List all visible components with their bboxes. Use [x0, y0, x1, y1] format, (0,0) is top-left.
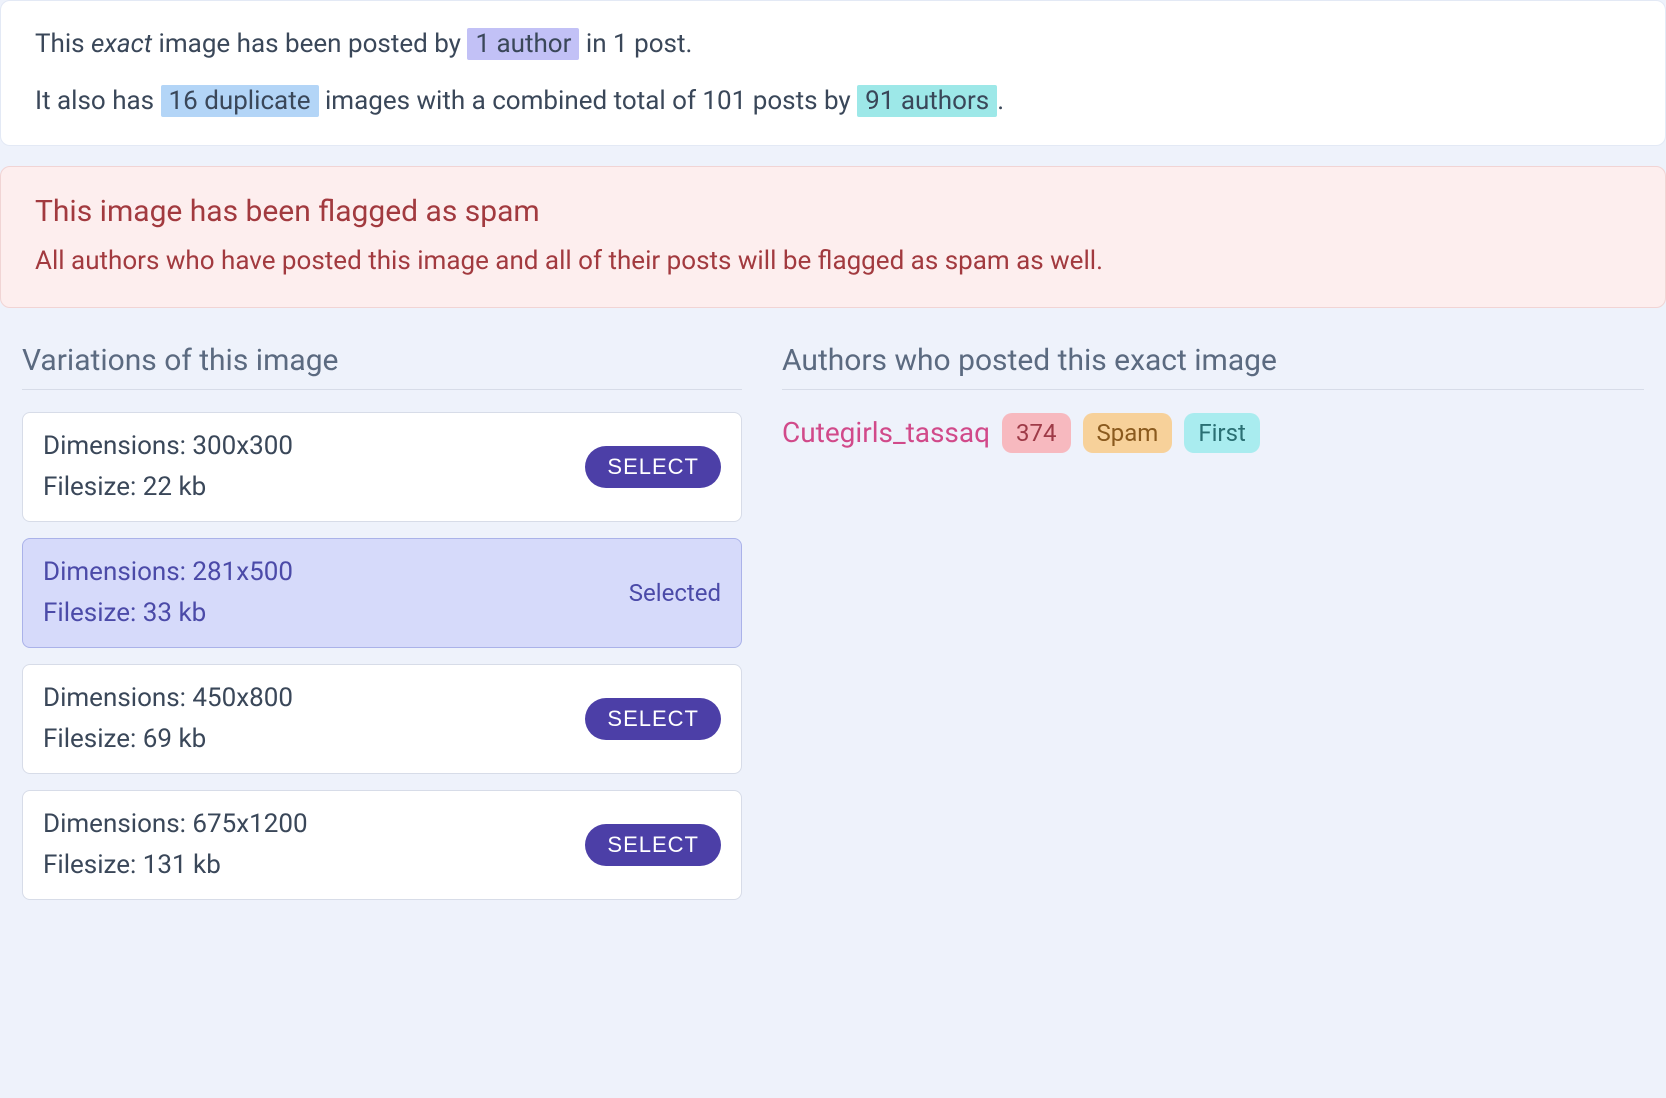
info-text: in 1 post.: [579, 29, 692, 59]
variations-section: Variations of this image Dimensions: 300…: [22, 338, 742, 916]
author-name-link[interactable]: Cutegirls_tassaq: [782, 412, 990, 454]
image-info-box: This exact image has been posted by 1 au…: [0, 0, 1666, 146]
variation-dimensions: Dimensions: 675x1200: [43, 805, 308, 844]
authors-count-tag[interactable]: 91 authors: [857, 85, 997, 117]
author-count-tag[interactable]: 1 author: [467, 28, 579, 60]
variation-filesize: Filesize: 22 kb: [43, 468, 293, 507]
variation-dimensions: Dimensions: 450x800: [43, 679, 293, 718]
duplicate-count-tag[interactable]: 16 duplicate: [161, 85, 319, 117]
info-text: It also has: [35, 86, 161, 116]
authors-heading: Authors who posted this exact image: [782, 338, 1644, 390]
alert-title: This image has been flagged as spam: [35, 189, 1631, 234]
variation-info: Dimensions: 675x1200Filesize: 131 kb: [43, 805, 308, 885]
select-button[interactable]: SELECT: [585, 698, 721, 740]
variation-info: Dimensions: 281x500Filesize: 33 kb: [43, 553, 293, 633]
variation-card[interactable]: Dimensions: 300x300Filesize: 22 kb SELECT: [22, 412, 742, 522]
variation-filesize: Filesize: 33 kb: [43, 594, 293, 633]
variation-dimensions: Dimensions: 300x300: [43, 427, 293, 466]
author-post-count-badge: 374: [1002, 413, 1070, 453]
variation-info: Dimensions: 300x300Filesize: 22 kb: [43, 427, 293, 507]
info-text: images with a combined total of 101 post…: [319, 86, 858, 116]
alert-body: All authors who have posted this image a…: [35, 242, 1631, 281]
select-button[interactable]: SELECT: [585, 446, 721, 488]
spam-badge: Spam: [1083, 413, 1173, 453]
first-badge: First: [1184, 413, 1259, 453]
variations-heading: Variations of this image: [22, 338, 742, 390]
info-exact-word: exact: [91, 29, 152, 59]
authors-section: Authors who posted this exact image Cute…: [782, 338, 1644, 916]
info-text: This: [35, 29, 91, 59]
variation-info: Dimensions: 450x800Filesize: 69 kb: [43, 679, 293, 759]
authors-list: Cutegirls_tassaq 374 Spam First: [782, 412, 1644, 454]
info-line-1: This exact image has been posted by 1 au…: [35, 25, 1631, 64]
selected-label: Selected: [629, 575, 721, 611]
variation-filesize: Filesize: 69 kb: [43, 720, 293, 759]
variation-dimensions: Dimensions: 281x500: [43, 553, 293, 592]
info-text: .: [997, 86, 1004, 116]
variation-card[interactable]: Dimensions: 675x1200Filesize: 131 kb SELE…: [22, 790, 742, 900]
variation-filesize: Filesize: 131 kb: [43, 846, 308, 885]
info-line-2: It also has 16 duplicate images with a c…: [35, 82, 1631, 121]
select-button[interactable]: SELECT: [585, 824, 721, 866]
author-row: Cutegirls_tassaq 374 Spam First: [782, 412, 1644, 454]
variation-card[interactable]: Dimensions: 450x800Filesize: 69 kb SELECT: [22, 664, 742, 774]
variations-list: Dimensions: 300x300Filesize: 22 kb SELECT…: [22, 412, 742, 900]
info-text: image has been posted by: [152, 29, 467, 59]
variation-card[interactable]: Dimensions: 281x500Filesize: 33 kb Select…: [22, 538, 742, 648]
spam-alert-box: This image has been flagged as spam All …: [0, 166, 1666, 308]
